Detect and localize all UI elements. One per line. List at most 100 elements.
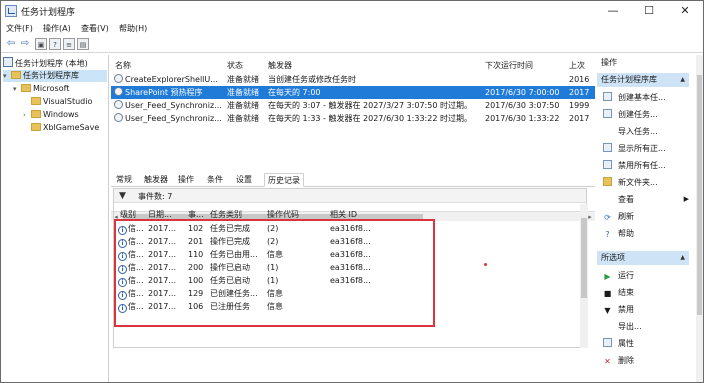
view-icon (603, 194, 612, 203)
tree-item-local[interactable]: 任务计划程序 (本地) (3, 57, 88, 69)
action-export[interactable]: 导出... (603, 320, 642, 333)
action-create-basic-task[interactable]: 创建基本任... (603, 91, 666, 104)
folder-icon (31, 97, 41, 105)
task-icon (114, 100, 123, 109)
action-label: 禁用 (618, 305, 634, 314)
folder-icon (21, 84, 31, 92)
collapse-up-icon[interactable]: ▲ (680, 251, 685, 265)
task-status: 准备就绪 (227, 88, 259, 97)
new-folder-icon (603, 177, 612, 186)
tree-item-windows[interactable]: › Windows (23, 109, 79, 121)
forward-arrow-icon[interactable]: ⇨ (19, 38, 31, 50)
delete-icon: ✕ (604, 357, 611, 366)
task-next-run: 2017/6/30 7:00:00 (485, 88, 560, 97)
back-arrow-icon[interactable]: ⇦ (5, 38, 17, 50)
task-name: User_Feed_Synchroniz... (125, 101, 222, 110)
task-last-run: 2017 (569, 114, 590, 123)
history-vertical-scrollbar[interactable] (580, 204, 588, 348)
action-run[interactable]: ▶ 运行 (603, 269, 634, 282)
task-row[interactable]: User_Feed_Synchroniz... 准备就绪 在每天的 3:07 -… (111, 99, 595, 112)
action-disable[interactable]: ▼ 禁用 (603, 303, 634, 316)
annotation-dot (484, 263, 487, 266)
close-button[interactable]: ✕ (667, 1, 703, 21)
action-help[interactable]: ? 帮助 (603, 227, 634, 240)
maximize-button[interactable]: ☐ (631, 1, 667, 21)
action-label: 运行 (618, 271, 634, 280)
action-label: 属性 (618, 339, 634, 348)
history-toolbar: ▼ 事件数: 7 (114, 189, 586, 203)
action-new-folder[interactable]: 新文件夹... (603, 176, 658, 189)
column-header-trigger[interactable]: 触发器 (268, 60, 292, 71)
help-icon[interactable]: ? (49, 38, 61, 50)
scroll-thumb[interactable] (697, 75, 702, 315)
tree-item-microsoft[interactable]: ▾ Microsoft (13, 83, 69, 95)
disable-icon: ▼ (604, 306, 611, 315)
task-row[interactable]: User_Feed_Synchroniz... 准备就绪 在每天的 1:33 -… (111, 112, 595, 125)
action-import-task[interactable]: 导入任务... (603, 125, 658, 138)
task-trigger: 当创建任务或修改任务时 (268, 75, 356, 84)
tab-triggers[interactable]: 触发器 (141, 173, 171, 187)
column-header-last-run[interactable]: 上次 (569, 60, 585, 71)
tree-label: Microsoft (33, 84, 70, 93)
menu-action[interactable]: 操作(A) (43, 23, 71, 34)
tab-history[interactable]: 历史记录 (264, 173, 304, 187)
action-end[interactable]: ■ 结束 (603, 286, 634, 299)
tree-label: XblGameSave (43, 123, 100, 132)
collapse-up-icon[interactable]: ▲ (680, 73, 685, 87)
actions-vertical-scrollbar[interactable] (696, 55, 703, 382)
chevron-down-icon[interactable]: ▾ (13, 83, 21, 95)
tab-actions[interactable]: 操作 (175, 173, 197, 187)
tab-settings[interactable]: 设置 (233, 173, 255, 187)
end-icon: ■ (603, 289, 612, 298)
column-header-status[interactable]: 状态 (227, 60, 243, 71)
export-icon[interactable]: ▤ (77, 38, 89, 50)
navigation-tree: 任务计划程序 (本地) ▾ 任务计划程序库 ▾ Microsoft VisualSt… (3, 55, 109, 382)
task-status: 准备就绪 (227, 114, 259, 123)
tree-label: 任务计划程序库 (23, 71, 79, 80)
task-name: User_Feed_Synchroniz... (125, 114, 222, 123)
actions-pane: 操作 任务计划程序库 ▲ 创建基本任... 创建任务... 导入任务... 显示… (597, 55, 695, 382)
action-disable-all-history[interactable]: 禁用所有任... (603, 159, 666, 172)
task-name: SharePoint 预热程序 (125, 88, 203, 97)
tree-item-library[interactable]: ▾ 任务计划程序库 (3, 70, 107, 82)
menu-bar: 文件(F) 操作(A) 查看(V) 帮助(H) (1, 21, 703, 36)
task-trigger: 在每天的 3:07 - 触发器在 2027/3/27 3:07:50 时过期。 (268, 101, 472, 110)
tab-general[interactable]: 常规 (113, 173, 135, 187)
chevron-right-icon[interactable]: › (23, 109, 31, 121)
properties-icon[interactable]: ≡ (63, 38, 75, 50)
task-row-selected[interactable]: SharePoint 预热程序 准备就绪 在每天的 7:00 2017/6/30… (111, 86, 595, 99)
task-row[interactable]: CreateExplorerShellU... 准备就绪 当创建任务或修改任务时… (111, 73, 595, 86)
action-refresh[interactable]: ⟳ 刷新 (603, 210, 634, 223)
minimize-button[interactable]: — (595, 1, 631, 21)
column-header-name[interactable]: 名称 (115, 60, 131, 71)
tree-item-xblgamesave[interactable]: XblGameSave (23, 122, 99, 134)
section-label: 任务计划程序库 (601, 75, 657, 84)
filter-icon[interactable]: ▼ (119, 191, 126, 201)
actions-section-selected[interactable]: 所选项 ▲ (597, 251, 689, 265)
action-create-task[interactable]: 创建任务... (603, 108, 658, 121)
properties-icon (603, 338, 612, 347)
menu-view[interactable]: 查看(V) (81, 23, 109, 34)
action-label: 删除 (618, 356, 634, 365)
task-list: 名称 状态 触发器 下次运行时间 上次 CreateExplorerShellU… (111, 57, 595, 221)
menu-file[interactable]: 文件(F) (6, 23, 33, 34)
action-view[interactable]: 查看 ▶ (603, 193, 689, 206)
title-bar: 任务计划程序 — ☐ ✕ (1, 1, 703, 21)
actions-section-library[interactable]: 任务计划程序库 ▲ (597, 73, 689, 87)
export-icon (603, 321, 612, 330)
action-show-running[interactable]: 显示所有正... (603, 142, 666, 155)
action-label: 创建任务... (618, 110, 658, 119)
folder-up-icon[interactable]: ▣ (35, 38, 47, 50)
tab-conditions[interactable]: 条件 (204, 173, 226, 187)
action-label: 禁用所有任... (618, 161, 666, 170)
folder-icon (31, 110, 41, 118)
scroll-thumb[interactable] (581, 218, 587, 298)
action-delete[interactable]: ✕ 删除 (603, 354, 634, 367)
menu-help[interactable]: 帮助(H) (119, 23, 147, 34)
tree-item-visualstudio[interactable]: VisualStudio (23, 96, 92, 108)
column-header-next-run[interactable]: 下次运行时间 (485, 60, 533, 71)
action-properties[interactable]: 属性 (603, 337, 634, 350)
chevron-down-icon[interactable]: ▾ (3, 70, 11, 82)
detail-tabs: 常规 触发器 操作 条件 设置 历史记录 (111, 173, 595, 187)
actions-title: 操作 (601, 58, 617, 67)
